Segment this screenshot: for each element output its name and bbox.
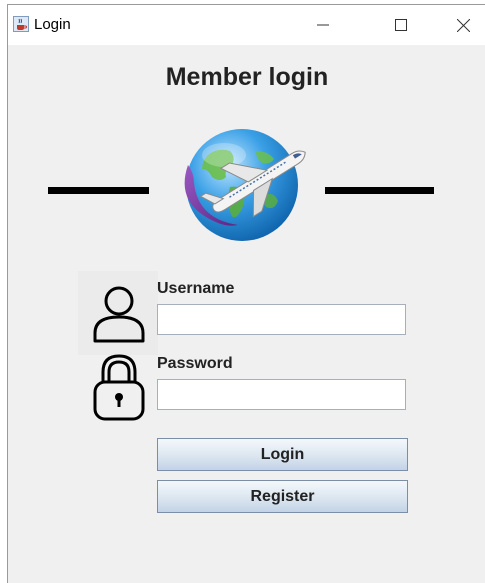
username-field[interactable] xyxy=(157,304,406,335)
minimize-button[interactable] xyxy=(300,9,346,41)
user-icon xyxy=(93,286,145,343)
login-button[interactable]: Login xyxy=(157,438,408,471)
globe-airplane-logo xyxy=(184,129,306,241)
password-field[interactable] xyxy=(157,379,406,410)
register-button[interactable]: Register xyxy=(157,480,408,513)
maximize-icon xyxy=(395,19,407,31)
window-title: Login xyxy=(34,16,71,33)
login-window: Login Member login Username Password Log… xyxy=(7,4,485,583)
password-label: Password xyxy=(157,355,233,372)
lock-icon xyxy=(93,354,145,421)
page-title: Member login xyxy=(165,63,329,91)
close-button[interactable] xyxy=(440,9,485,41)
decorative-divider-right xyxy=(325,187,434,194)
minimize-icon xyxy=(317,24,329,26)
user-icon-container xyxy=(78,271,158,355)
maximize-button[interactable] xyxy=(378,9,424,41)
close-icon xyxy=(456,18,470,32)
username-label: Username xyxy=(157,280,235,297)
decorative-divider-left xyxy=(48,187,149,194)
java-cup-icon xyxy=(13,16,29,32)
title-bar[interactable]: Login xyxy=(8,5,485,45)
